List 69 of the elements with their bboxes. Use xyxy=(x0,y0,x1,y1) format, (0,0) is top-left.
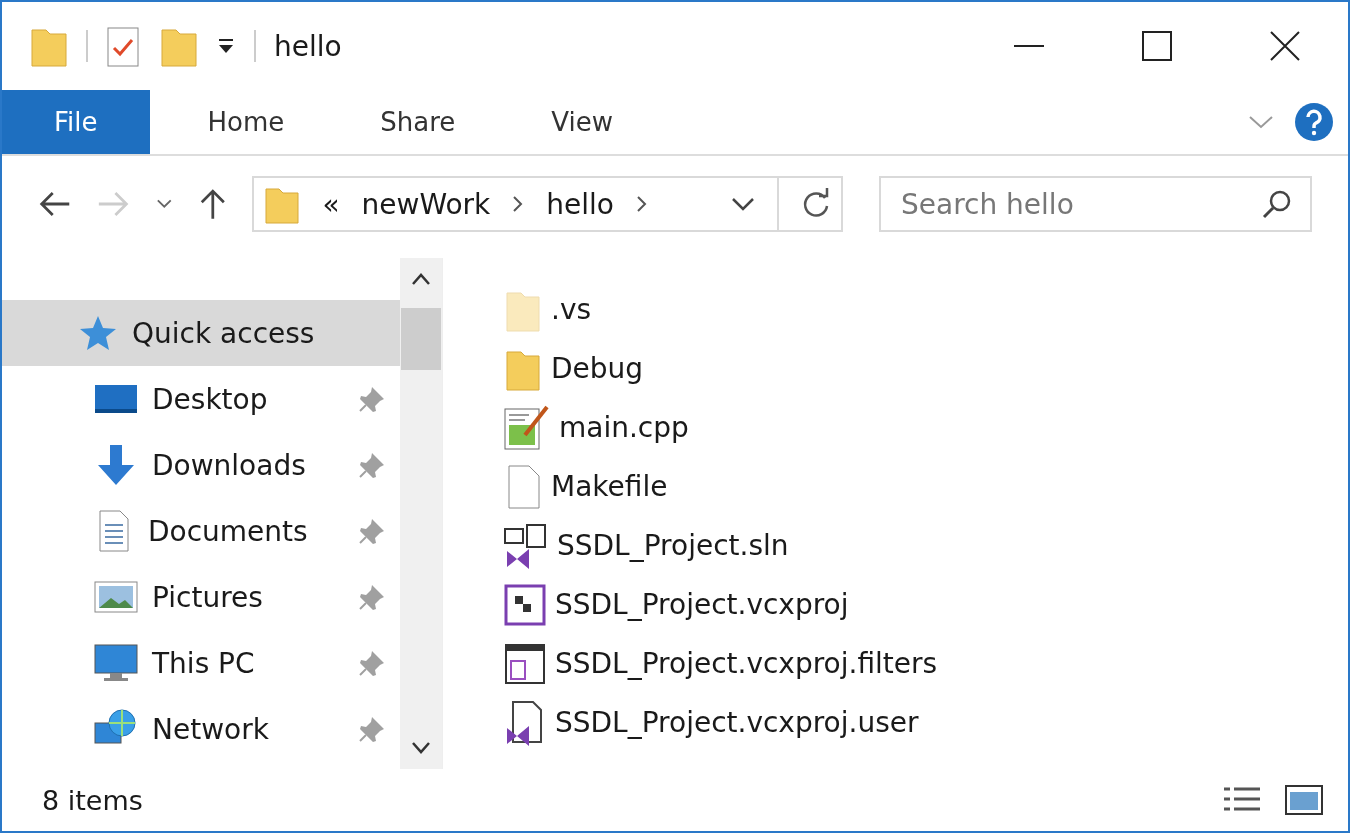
overflow-chevron[interactable]: « xyxy=(322,187,340,221)
close-icon[interactable] xyxy=(1270,31,1300,61)
scroll-thumb[interactable] xyxy=(401,308,441,370)
up-arrow-icon[interactable] xyxy=(198,186,227,222)
nav-item[interactable]: Downloads xyxy=(2,432,400,498)
chevron-down-icon[interactable] xyxy=(731,196,755,212)
properties-icon[interactable] xyxy=(106,24,142,68)
nav-label: This PC xyxy=(152,646,255,680)
maximize-icon[interactable] xyxy=(1142,31,1172,61)
nav-item[interactable]: Documents xyxy=(2,498,400,564)
window-title: hello xyxy=(274,29,342,63)
file-item[interactable]: .vs xyxy=(503,280,1348,339)
nav-label: Network xyxy=(152,712,269,746)
file-item[interactable]: SSDL_Project.vcxproj xyxy=(503,575,1348,634)
file-item[interactable]: SSDL_Project.sln xyxy=(503,516,1348,575)
nav-label: Quick access xyxy=(132,316,315,350)
item-count: 8 items xyxy=(42,784,143,816)
search-icon xyxy=(1262,189,1292,219)
pin-icon[interactable] xyxy=(358,385,386,413)
star-icon xyxy=(78,314,118,352)
ribbon-tab[interactable]: Home xyxy=(169,90,323,154)
solution-file-icon xyxy=(503,522,549,569)
large-icons-view-icon[interactable] xyxy=(1284,784,1324,816)
breadcrumb[interactable]: newWork xyxy=(361,187,491,221)
nav-item[interactable]: Desktop xyxy=(2,366,400,432)
file-item[interactable]: Makefile xyxy=(503,457,1348,516)
ribbon-tab[interactable]: View xyxy=(513,90,652,154)
file-name: Debug xyxy=(551,352,644,385)
chevron-right-icon[interactable] xyxy=(635,195,648,213)
refresh-icon[interactable] xyxy=(801,188,831,220)
file-name: SSDL_Project.vcxproj.filters xyxy=(555,647,938,680)
file-name: main.cpp xyxy=(559,411,689,444)
file-item[interactable]: SSDL_Project.vcxproj.user xyxy=(503,693,1348,752)
pin-icon[interactable] xyxy=(358,451,386,479)
chevron-down-icon[interactable] xyxy=(156,198,173,210)
file-name: SSDL_Project.vcxproj.user xyxy=(555,706,919,739)
pin-icon[interactable] xyxy=(358,715,386,743)
back-arrow-icon[interactable] xyxy=(38,189,72,219)
scroll-up-icon[interactable] xyxy=(411,272,431,286)
ribbon-tab[interactable]: File xyxy=(2,90,150,154)
monitor-icon xyxy=(94,643,138,683)
help-icon[interactable] xyxy=(1294,102,1334,142)
pin-icon[interactable] xyxy=(358,649,386,677)
pin-icon[interactable] xyxy=(358,517,386,545)
picture-icon xyxy=(94,579,138,615)
nav-label: Downloads xyxy=(152,448,306,482)
file-item[interactable]: Debug xyxy=(503,339,1348,398)
file-name: .vs xyxy=(551,293,592,326)
file-name: Makefile xyxy=(551,470,668,503)
file-name: SSDL_Project.sln xyxy=(557,529,789,562)
pin-icon[interactable] xyxy=(358,583,386,611)
nav-item[interactable]: Pictures xyxy=(2,564,400,630)
file-name: SSDL_Project.vcxproj xyxy=(555,588,849,621)
file-item[interactable]: main.cpp xyxy=(503,398,1348,457)
nav-label: Desktop xyxy=(152,382,268,416)
nav-item[interactable]: Quick access xyxy=(2,300,400,366)
breadcrumb[interactable]: hello xyxy=(546,187,614,221)
address-bar[interactable]: « newWork hello xyxy=(252,176,843,232)
nav-item[interactable]: Network xyxy=(2,696,400,762)
nav-label: Pictures xyxy=(152,580,263,614)
code-file-icon xyxy=(503,404,551,451)
nav-label: Documents xyxy=(148,514,308,548)
search-field[interactable]: Search hello xyxy=(879,176,1312,232)
chevron-right-icon[interactable] xyxy=(512,195,525,213)
ribbon-tab[interactable]: Share xyxy=(342,90,494,154)
scrollbar[interactable] xyxy=(400,258,442,769)
scroll-down-icon[interactable] xyxy=(411,741,431,755)
file-item[interactable]: SSDL_Project.vcxproj.filters xyxy=(503,634,1348,693)
nav-item[interactable]: This PC xyxy=(2,630,400,696)
